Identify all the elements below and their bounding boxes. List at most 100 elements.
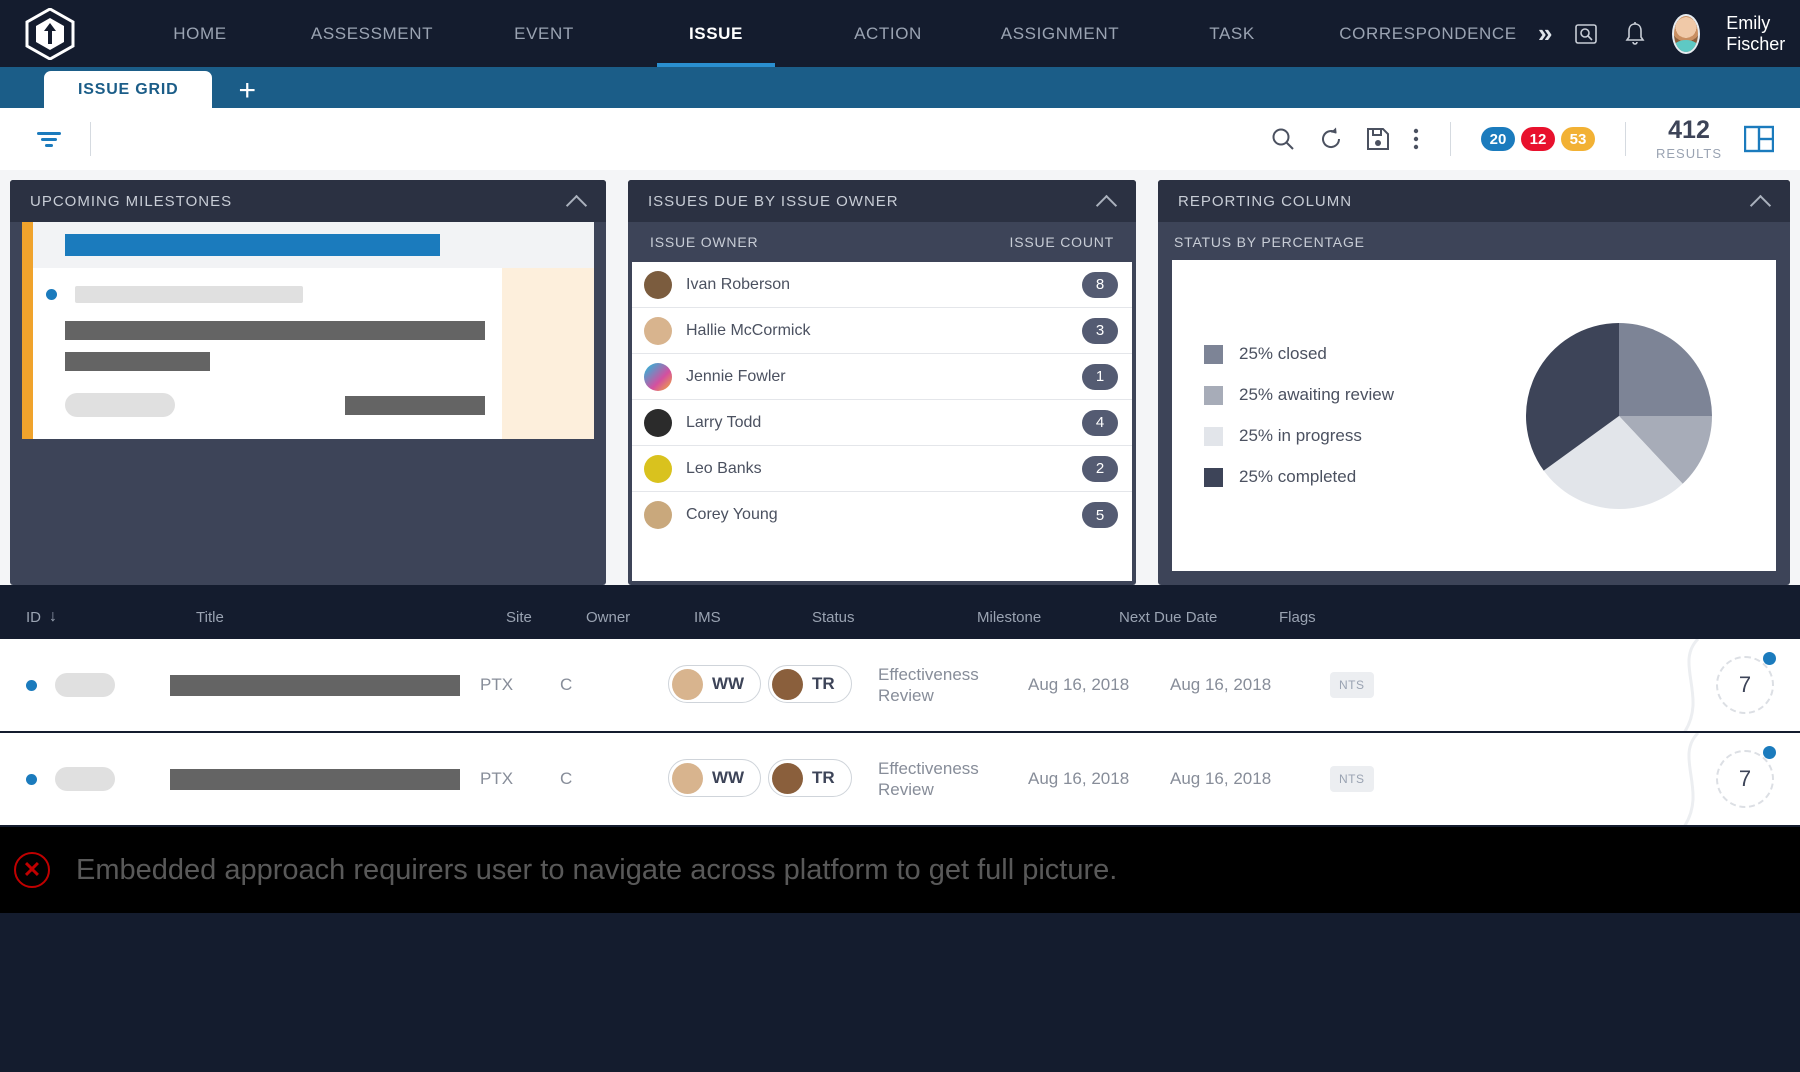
tab-issue-grid[interactable]: ISSUE GRID [44, 71, 213, 108]
search-icon[interactable] [1270, 126, 1296, 152]
avatar [644, 408, 672, 437]
column-header-site[interactable]: Site [506, 609, 586, 626]
hexagon-arrow-logo[interactable] [22, 6, 78, 62]
list-item[interactable]: Hallie McCormick 3 [632, 308, 1132, 354]
pie-chart [1472, 322, 1766, 509]
refresh-icon[interactable] [1318, 126, 1344, 152]
chevron-up-icon[interactable] [1098, 192, 1116, 210]
sort-descending-arrow-icon[interactable]: ↓ [49, 608, 57, 626]
user-name-label: Emily Fischer [1726, 12, 1786, 54]
milestone-progress-row [33, 222, 594, 268]
dashboard-widgets: UPCOMING MILESTONES ISSUES DUE BY ISSUE … [0, 170, 1800, 585]
status-badge-orange[interactable]: 53 [1561, 127, 1595, 151]
cell-id [0, 673, 170, 697]
column-header-status[interactable]: Status [812, 609, 977, 626]
chevron-up-icon[interactable] [568, 192, 586, 210]
cell-ims-chip-2[interactable]: TR [768, 665, 878, 705]
status-pie-panel: 25% closed 25% awaiting review 25% in pr… [1172, 260, 1776, 571]
nav-item-task[interactable]: TASK [1146, 0, 1318, 67]
ring-value: 7 [1738, 672, 1752, 697]
flag-badge[interactable]: NTS [1330, 766, 1374, 792]
nav-item-correspondence[interactable]: CORRESPONDENCE [1318, 0, 1538, 67]
table-row[interactable]: PTX C WW TR Effectiveness Review Aug 16,… [0, 639, 1800, 733]
column-header-id[interactable]: ID ↓ [26, 608, 196, 626]
save-disk-icon[interactable] [1366, 126, 1390, 152]
chevron-up-icon[interactable] [1752, 192, 1770, 210]
nav-item-issue[interactable]: ISSUE [630, 0, 802, 67]
ring-alert-dot-icon [1763, 746, 1776, 759]
application-window: HOME ASSESSMENT EVENT ISSUE ACTION ASSIG… [0, 0, 1800, 1072]
issue-data-grid: ID ↓ Title Site Owner IMS Status Milesto… [0, 585, 1800, 827]
filter-funnel-icon[interactable] [26, 131, 72, 147]
column-header-title[interactable]: Title [196, 609, 506, 626]
list-item[interactable]: Larry Todd 4 [632, 400, 1132, 446]
milestone-dot-icon [46, 289, 57, 300]
redacted-title [170, 674, 460, 696]
double-chevron-right-icon[interactable]: » [1538, 18, 1553, 49]
toolbar-actions: 20 12 53 412 RESULTS [1270, 118, 1774, 160]
row-status-dot-icon [26, 679, 37, 691]
nav-item-home[interactable]: HOME [114, 0, 286, 67]
issue-count-badge: 2 [1082, 455, 1118, 482]
owner-name: Jennie Fowler [686, 367, 786, 385]
cell-title [170, 674, 480, 696]
column-header-ims[interactable]: IMS [694, 609, 812, 626]
status-badges: 20 12 53 [1481, 127, 1595, 151]
list-item[interactable]: Ivan Roberson 8 [632, 262, 1132, 308]
column-header-milestone[interactable]: Milestone [977, 609, 1119, 626]
search-box-icon[interactable] [1574, 22, 1598, 46]
cell-status: Effectiveness Review [878, 758, 979, 799]
nav-item-assignment[interactable]: ASSIGNMENT [974, 0, 1146, 67]
redacted-id [55, 767, 115, 791]
redacted-milestone-line-1 [65, 321, 485, 340]
avatar[interactable] [1672, 13, 1701, 54]
row-curve-decoration [1668, 639, 1714, 731]
list-item[interactable]: Jennie Fowler 1 [632, 354, 1132, 400]
column-header-owner[interactable]: Owner [586, 609, 694, 626]
nav-item-assessment[interactable]: ASSESSMENT [286, 0, 458, 67]
row-status-dot-icon [26, 773, 37, 785]
status-badge-blue[interactable]: 20 [1481, 127, 1515, 151]
widget-header: REPORTING COLUMN [1158, 180, 1790, 222]
chart-subtitle: STATUS BY PERCENTAGE [1174, 234, 1365, 250]
issue-count-badge: 8 [1082, 271, 1118, 298]
chip-initials: WW [712, 674, 745, 694]
results-count: 412 [1668, 116, 1710, 144]
notification-bell-icon[interactable] [1624, 21, 1646, 47]
progress-ring[interactable]: 7 [1716, 652, 1776, 714]
legend-item: 25% closed [1204, 344, 1472, 364]
legend-swatch [1204, 344, 1223, 364]
progress-ring[interactable]: 7 [1716, 746, 1776, 808]
ring-value: 7 [1738, 766, 1752, 791]
column-header-flags[interactable]: Flags [1279, 609, 1519, 626]
legend-label: 25% closed [1239, 344, 1327, 363]
cell-ims-chip-2[interactable]: TR [768, 759, 878, 799]
caption-text: Embedded approach requirers user to navi… [76, 853, 1118, 886]
grid-header-row: ID ↓ Title Site Owner IMS Status Milesto… [0, 595, 1800, 639]
cell-owner: C [560, 769, 573, 788]
milestones-body [10, 222, 606, 585]
flag-badge[interactable]: NTS [1330, 672, 1374, 698]
cell-next-due-date: Aug 16, 2018 [1170, 769, 1272, 788]
cell-milestone: Aug 16, 2018 [1028, 675, 1130, 694]
cell-id [0, 767, 170, 791]
nav-item-action[interactable]: ACTION [802, 0, 974, 67]
nav-item-event[interactable]: EVENT [458, 0, 630, 67]
issue-count-badge: 1 [1082, 363, 1118, 390]
redacted-milestone-title [75, 286, 303, 303]
more-vertical-icon[interactable] [1412, 126, 1420, 152]
chip-initials: TR [812, 768, 835, 788]
milestone-entry[interactable] [22, 222, 594, 439]
avatar [672, 762, 703, 794]
column-header-next-due-date[interactable]: Next Due Date [1119, 609, 1279, 626]
status-badge-red[interactable]: 12 [1521, 127, 1555, 151]
ring-alert-dot-icon [1763, 652, 1776, 665]
list-item[interactable]: Corey Young 5 [632, 492, 1132, 538]
table-row[interactable]: PTX C WW TR Effectiveness Review Aug 16,… [0, 733, 1800, 827]
cell-status: Effectiveness Review [878, 664, 979, 705]
list-item[interactable]: Leo Banks 2 [632, 446, 1132, 492]
milestone-highlight-panel [502, 268, 594, 439]
cell-next-due-date: Aug 16, 2018 [1170, 675, 1272, 694]
add-tab-button[interactable]: + [212, 76, 282, 108]
panel-layout-icon[interactable] [1744, 125, 1774, 153]
